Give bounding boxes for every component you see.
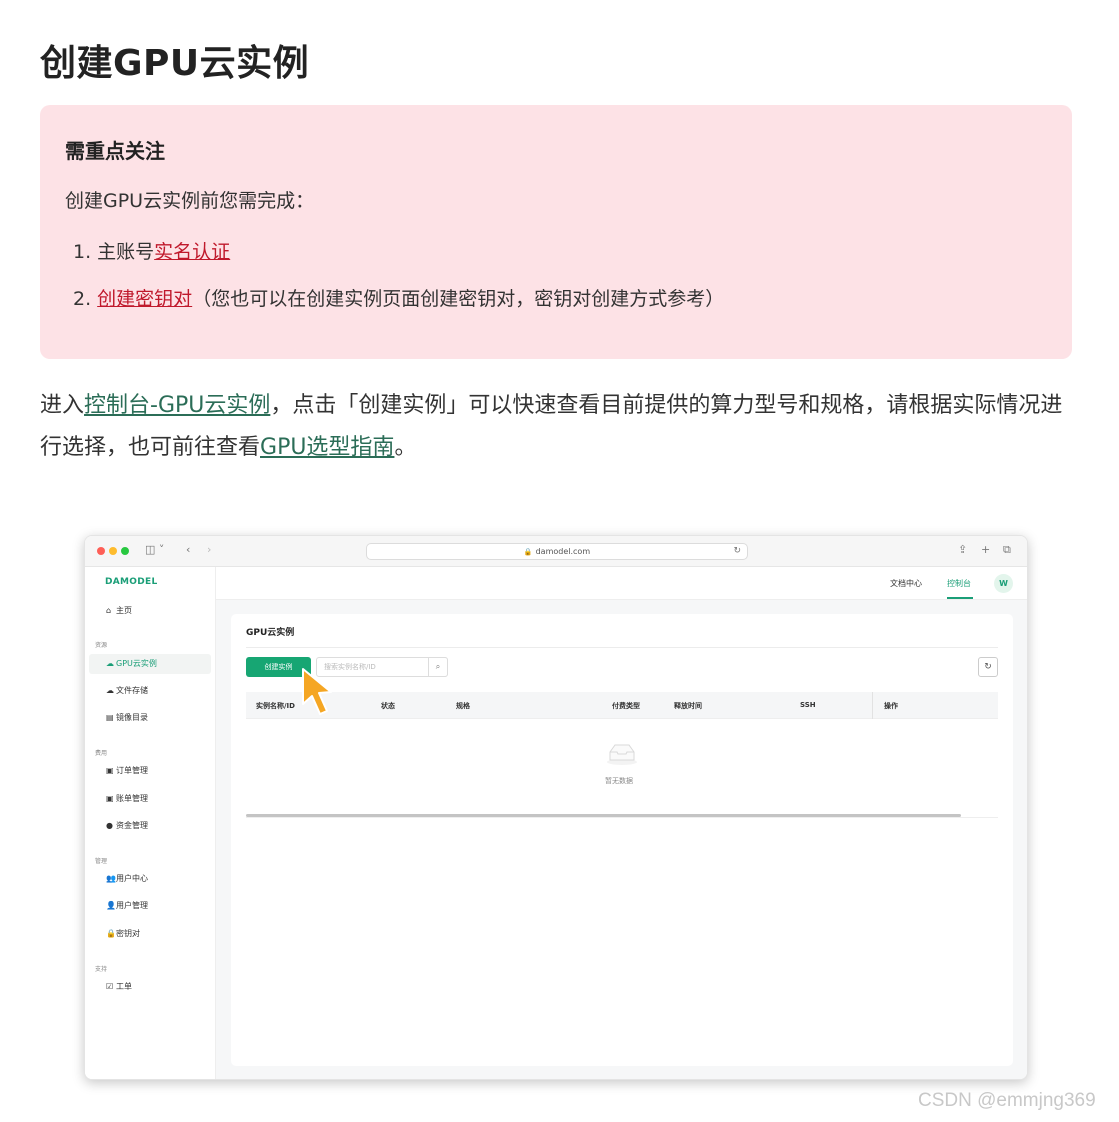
watermark: CSDN @emmjng369 [918, 1090, 1096, 1111]
create-keypair-link[interactable]: 创建密钥对 [97, 288, 192, 310]
list-item: 2. 创建密钥对（您也可以在创建实例页面创建密钥对，密钥对创建方式参考） [73, 284, 1047, 311]
sidebar-item-label: 主页 [116, 606, 132, 615]
sidebar-group-resources: 资源 [95, 642, 108, 649]
reload-icon: ↻ [733, 546, 741, 556]
sidebar-item-ticket: ☑ 工单 [89, 977, 211, 997]
column-header-spec: 规格 [456, 702, 470, 710]
address-bar: 🔒 damodel.com ↻ [366, 543, 748, 560]
paragraph-text: 。 [394, 435, 417, 460]
empty-box-icon [607, 744, 637, 765]
notice-title: 需重点关注 [65, 139, 165, 163]
nav-docs-center: 文档中心 [890, 579, 922, 588]
sidebar-item-file-storage: ☁ 文件存储 [89, 681, 211, 701]
sidebar-item-label: 订单管理 [116, 766, 148, 775]
cloud-storage-icon: ☁ [106, 686, 114, 695]
table-header: 实例名称/ID 状态 规格 付费类型 释放时间 SSH 操作 [246, 692, 998, 719]
sidebar-item-label: 用户中心 [116, 874, 148, 883]
console-gpu-link[interactable]: 控制台-GPU云实例 [84, 393, 270, 418]
sidebar: DAMODEL ⌂ 主页 资源 ☁ GPU云实例 ☁ 文件存储 ▤ 镜像目录 费用 ▣ 订… [85, 567, 216, 1079]
notice-box: 需重点关注 创建GPU云实例前您需完成： 1. 主账号实名认证 2. 创建密钥对… [40, 105, 1072, 359]
sidebar-item-bill-mgmt: ▣ 账单管理 [89, 789, 211, 809]
column-header-billing: 付费类型 [612, 702, 640, 710]
notice-list: 1. 主账号实名认证 2. 创建密钥对（您也可以在创建实例页面创建密钥对，密钥对… [65, 237, 1047, 311]
sidebar-item-label: GPU云实例 [116, 659, 157, 668]
back-icon: ‹ [186, 543, 191, 556]
panel-title: GPU云实例 [246, 628, 295, 638]
gpu-guide-link[interactable]: GPU选型指南 [260, 435, 394, 460]
column-header-actions: 操作 [884, 702, 898, 710]
pointer-cursor-icon [302, 668, 332, 715]
column-header-release-time: 释放时间 [674, 702, 702, 710]
sidebar-item-label: 账单管理 [116, 794, 148, 803]
order-icon: ▣ [106, 766, 114, 775]
ticket-icon: ☑ [106, 982, 114, 991]
gpu-instance-panel: GPU云实例 创建实例 搜索实例名称/ID ⌕ ↻ 实例名称/ID 状态 规格 … [231, 614, 1013, 1066]
cloud-icon: ☁ [106, 659, 114, 668]
lock-icon: 🔒 [523, 548, 533, 556]
list-item-note: （您也可以在创建实例页面创建密钥对，密钥对创建方式参考） [192, 288, 725, 310]
sidebar-group-manage: 管理 [95, 858, 108, 865]
users-icon: 👥 [106, 874, 116, 883]
zoom-window-dot [121, 547, 129, 555]
browser-toolbar: ◫ ˅ ‹ › 🔒 damodel.com ↻ ⇪ + ⧉ [85, 536, 1027, 567]
notice-intro: 创建GPU云实例前您需完成： [65, 190, 315, 212]
minimize-window-dot [109, 547, 117, 555]
real-name-auth-link[interactable]: 实名认证 [154, 241, 230, 263]
sidebar-group-support: 支持 [95, 966, 108, 973]
column-divider [872, 692, 873, 719]
paragraph-text: 进入 [40, 393, 85, 418]
sidebar-item-label: 工单 [116, 982, 132, 991]
sidebar-toggle-icon: ◫ ˅ [145, 543, 165, 556]
sidebar-group-billing: 费用 [95, 750, 108, 757]
avatar: W [994, 574, 1013, 593]
panel-divider [246, 647, 998, 648]
sidebar-item-image-catalog: ▤ 镜像目录 [89, 708, 211, 728]
sidebar-item-label: 用户管理 [116, 901, 148, 910]
sidebar-item-label: 镜像目录 [116, 713, 148, 722]
column-header-ssh: SSH [800, 701, 816, 709]
sidebar-item-order-mgmt: ▣ 订单管理 [89, 761, 211, 781]
sidebar-item-label: 密钥对 [116, 929, 140, 938]
brand-logo: DAMODEL [105, 577, 158, 587]
list-item-text: 1. 主账号 [73, 241, 155, 263]
top-navigation: 文档中心 控制台 W [216, 567, 1027, 600]
sidebar-item-label: 文件存储 [116, 686, 148, 695]
bill-icon: ▣ [106, 794, 114, 803]
share-icon: ⇪ [958, 543, 968, 556]
nav-active-indicator [947, 597, 973, 599]
new-tab-icon: + [981, 543, 991, 556]
page-title: 创建GPU云实例 [40, 43, 310, 84]
sidebar-item-home: ⌂ 主页 [89, 601, 211, 621]
lock-icon: 🔒 [106, 929, 116, 938]
empty-state-text: 暂无数据 [605, 777, 633, 785]
sidebar-item-gpu-instance: ☁ GPU云实例 [89, 654, 211, 674]
column-header-name: 实例名称/ID [256, 702, 295, 710]
table-bottom-border [246, 817, 998, 818]
sidebar-item-key-pair: 🔒密钥对 [89, 924, 211, 944]
user-icon: 👤 [106, 901, 116, 910]
refresh-icon: ↻ [978, 657, 998, 677]
home-icon: ⌂ [106, 606, 112, 615]
list-item: 1. 主账号实名认证 [73, 237, 1047, 264]
sidebar-item-user-mgmt: 👤用户管理 [89, 896, 211, 916]
coin-icon: ● [106, 821, 113, 830]
url-text: damodel.com [535, 547, 591, 556]
embedded-screenshot: ◫ ˅ ‹ › 🔒 damodel.com ↻ ⇪ + ⧉ DAMODEL ⌂ 主页… [84, 535, 1028, 1080]
close-window-dot [97, 547, 105, 555]
sidebar-item-label: 资金管理 [116, 821, 148, 830]
sidebar-item-fund-mgmt: ● 资金管理 [89, 816, 211, 836]
list-item-text: 2. [73, 288, 98, 310]
nav-console: 控制台 [947, 579, 971, 588]
sidebar-item-user-center: 👥用户中心 [89, 869, 211, 889]
intro-paragraph: 进入控制台-GPU云实例，点击「创建实例」可以快速查看目前提供的算力型号和规格，… [40, 385, 1075, 469]
book-icon: ▤ [106, 713, 114, 722]
tabs-overview-icon: ⧉ [1003, 543, 1011, 556]
column-header-status: 状态 [381, 702, 395, 710]
search-icon: ⌕ [428, 657, 448, 677]
forward-icon: › [207, 543, 212, 556]
